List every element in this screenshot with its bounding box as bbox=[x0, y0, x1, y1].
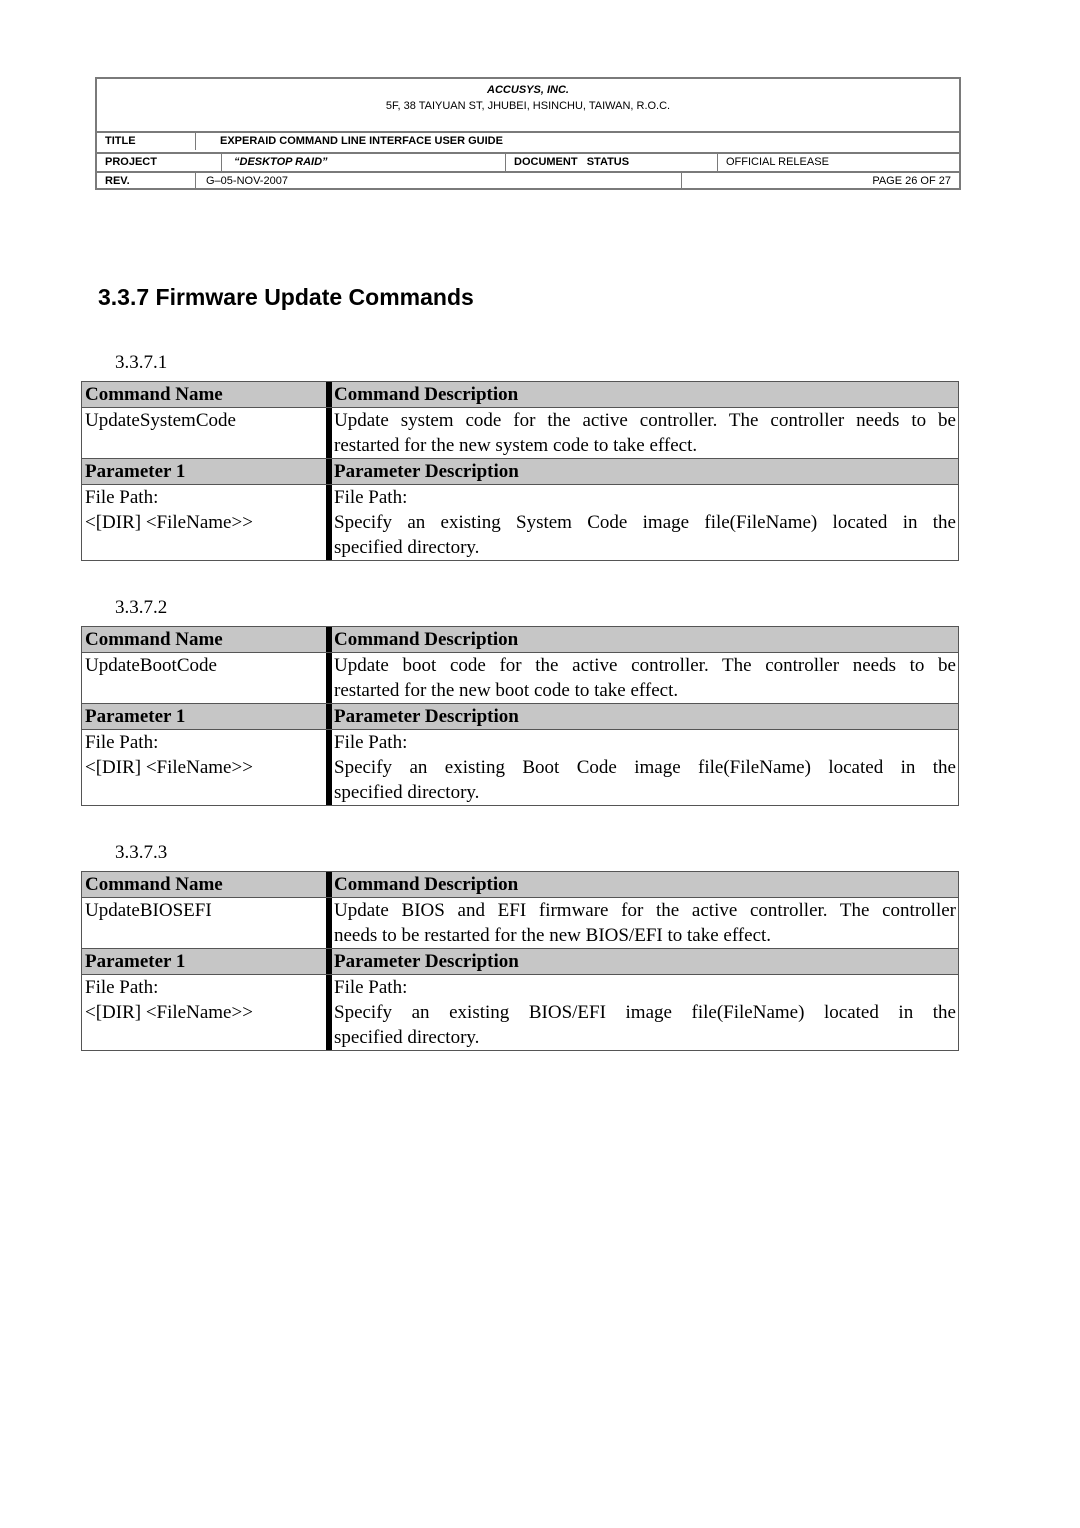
table-header-row: Command Name Command Description bbox=[82, 382, 958, 407]
description-line: File Path: bbox=[334, 732, 408, 753]
parameter-description-header: Parameter Description bbox=[326, 704, 958, 729]
header-rev-row: REV. G–05-NOV-2007 PAGE 26 OF 27 bbox=[97, 171, 959, 188]
command-name-header: Command Name bbox=[85, 384, 223, 405]
command-description: Update boot code for the active controll… bbox=[326, 653, 958, 703]
section-title: 3.3.7 Firmware Update Commands bbox=[98, 284, 474, 310]
header-project-row: PROJECT “DESKTOP RAID” DOCUMENT STATUS O… bbox=[97, 152, 959, 171]
parameter-name-line: File Path: bbox=[85, 487, 159, 508]
header-title-row: TITLE EXPERAID COMMAND LINE INTERFACE US… bbox=[97, 131, 959, 150]
command-description: Update system code for the active contro… bbox=[326, 408, 958, 458]
parameter-description: File Path: Specify an existing Boot Code… bbox=[326, 730, 958, 805]
parameter-name: File Path: <[DIR] <FileName>> bbox=[82, 485, 326, 560]
parameter-description-header: Parameter Description bbox=[326, 949, 958, 974]
status-value: OFFICIAL RELEASE bbox=[717, 154, 959, 171]
description-line: Update boot code for the active controll… bbox=[334, 655, 956, 676]
command-name-header: Command Name bbox=[85, 629, 223, 650]
table-row: UpdateBIOSEFI Update BIOS and EFI firmwa… bbox=[82, 897, 958, 948]
parameter-name: File Path: <[DIR] <FileName>> bbox=[82, 975, 326, 1050]
parameter-header: Parameter 1 bbox=[85, 461, 186, 482]
table-row: File Path: <[DIR] <FileName>> File Path:… bbox=[82, 484, 958, 560]
table-row: UpdateBootCode Update boot code for the … bbox=[82, 652, 958, 703]
project-value: “DESKTOP RAID” bbox=[221, 154, 505, 171]
description-line: Specify an existing BIOS/EFI image file(… bbox=[334, 1002, 956, 1023]
command-table: Command Name Command Description UpdateS… bbox=[81, 381, 959, 561]
parameter-header: Parameter 1 bbox=[85, 706, 186, 727]
command-name: UpdateBIOSEFI bbox=[85, 900, 212, 921]
parameter-description: File Path: Specify an existing BIOS/EFI … bbox=[326, 975, 958, 1050]
parameter-name: File Path: <[DIR] <FileName>> bbox=[82, 730, 326, 805]
command-description-header: Command Description bbox=[326, 382, 958, 407]
description-line: Specify an existing System Code image fi… bbox=[334, 512, 956, 533]
description-line: File Path: bbox=[334, 977, 408, 998]
description-line: restarted for the new boot code to take … bbox=[334, 680, 679, 701]
document-header: ACCUSYS, INC. 5F, 38 TAIYUAN ST, JHUBEI,… bbox=[95, 77, 961, 190]
subsection-number: 3.3.7.3 bbox=[115, 842, 168, 863]
project-label: PROJECT bbox=[105, 156, 157, 168]
command-name: UpdateSystemCode bbox=[85, 410, 236, 431]
description-line: restarted for the new system code to tak… bbox=[334, 435, 698, 456]
page-number: PAGE 26 OF 27 bbox=[681, 173, 959, 188]
parameter-name-line: File Path: bbox=[85, 732, 159, 753]
description-line: Specify an existing Boot Code image file… bbox=[334, 757, 956, 778]
command-name-header: Command Name bbox=[85, 874, 223, 895]
rev-value: G–05-NOV-2007 bbox=[195, 173, 681, 188]
title-value: EXPERAID COMMAND LINE INTERFACE USER GUI… bbox=[195, 133, 959, 150]
table-row: File Path: <[DIR] <FileName>> File Path:… bbox=[82, 974, 958, 1050]
parameter-description-header: Parameter Description bbox=[326, 459, 958, 484]
table-row: File Path: <[DIR] <FileName>> File Path:… bbox=[82, 729, 958, 805]
description-line: specified directory. bbox=[334, 782, 480, 803]
title-label: TITLE bbox=[105, 135, 136, 147]
command-table: Command Name Command Description UpdateB… bbox=[81, 626, 959, 806]
table-header-row: Parameter 1 Parameter Description bbox=[82, 458, 958, 484]
parameter-name-line: File Path: bbox=[85, 977, 159, 998]
parameter-description: File Path: Specify an existing System Co… bbox=[326, 485, 958, 560]
table-header-row: Parameter 1 Parameter Description bbox=[82, 948, 958, 974]
rev-label: REV. bbox=[105, 175, 130, 187]
status-label: DOCUMENT STATUS bbox=[505, 154, 717, 171]
table-header-row: Parameter 1 Parameter Description bbox=[82, 703, 958, 729]
description-line: Update BIOS and EFI firmware for the act… bbox=[334, 900, 956, 921]
subsection-number: 3.3.7.2 bbox=[115, 597, 168, 618]
description-line: specified directory. bbox=[334, 1027, 480, 1048]
command-table: Command Name Command Description UpdateB… bbox=[81, 871, 959, 1051]
company-name: ACCUSYS, INC. bbox=[487, 84, 569, 96]
table-row: UpdateSystemCode Update system code for … bbox=[82, 407, 958, 458]
company-address: 5F, 38 TAIYUAN ST, JHUBEI, HSINCHU, TAIW… bbox=[385, 100, 671, 112]
command-description-header: Command Description bbox=[326, 627, 958, 652]
description-line: specified directory. bbox=[334, 537, 480, 558]
parameter-name-line: <[DIR] <FileName>> bbox=[85, 1002, 253, 1023]
command-description: Update BIOS and EFI firmware for the act… bbox=[326, 898, 958, 948]
description-line: File Path: bbox=[334, 487, 408, 508]
parameter-name-line: <[DIR] <FileName>> bbox=[85, 757, 253, 778]
description-line: Update system code for the active contro… bbox=[334, 410, 956, 431]
description-line: needs to be restarted for the new BIOS/E… bbox=[334, 925, 772, 946]
subsection-number: 3.3.7.1 bbox=[115, 352, 168, 373]
command-description-header: Command Description bbox=[326, 872, 958, 897]
parameter-name-line: <[DIR] <FileName>> bbox=[85, 512, 253, 533]
table-header-row: Command Name Command Description bbox=[82, 872, 958, 897]
parameter-header: Parameter 1 bbox=[85, 951, 186, 972]
command-name: UpdateBootCode bbox=[85, 655, 217, 676]
table-header-row: Command Name Command Description bbox=[82, 627, 958, 652]
